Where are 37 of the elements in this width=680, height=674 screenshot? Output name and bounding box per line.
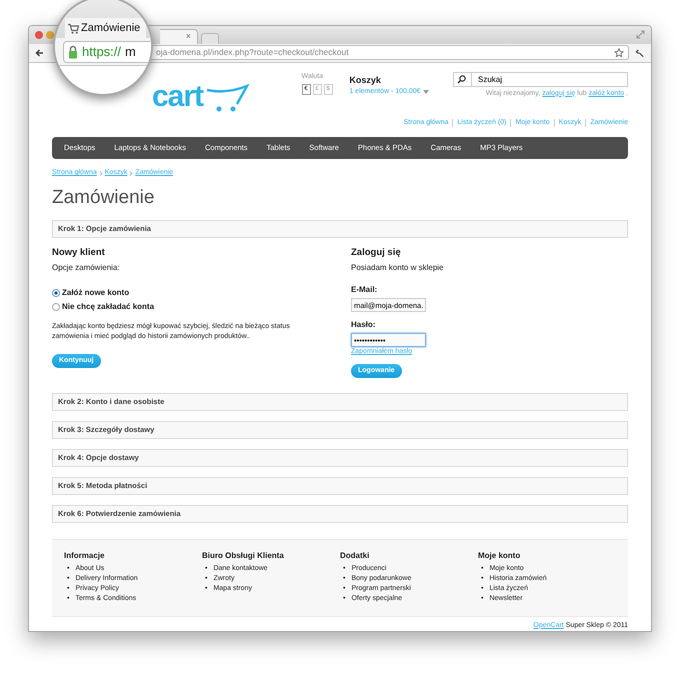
chevron-icon	[98, 170, 103, 176]
caret-icon[interactable]	[422, 90, 429, 94]
tab-title: Zamówienie	[81, 20, 140, 36]
section-subtitle: Posiadam konto w sklepie	[351, 262, 444, 274]
search-icon	[457, 74, 466, 84]
footer-heading: Informacje	[64, 550, 106, 562]
browser-tab[interactable]: ×	[160, 28, 198, 44]
close-window-icon[interactable]	[35, 30, 43, 39]
search-field[interactable]: Szukaj	[453, 72, 628, 87]
footer-heading: Moje konto	[478, 550, 522, 562]
radio-label[interactable]: Załóż nowe konto	[62, 287, 130, 300]
new-tab-button[interactable]	[201, 32, 219, 44]
minimize-window-icon[interactable]	[46, 30, 54, 39]
fullscreen-icon[interactable]	[636, 30, 645, 40]
chevron-icon	[129, 170, 134, 176]
cart-icon	[67, 22, 79, 34]
footer-heading: Dodatki	[340, 550, 370, 562]
cart-title: Koszyk	[349, 74, 382, 87]
field-label: Hasło:	[351, 319, 376, 332]
section-title: Nowy klient	[52, 246, 106, 260]
url-scheme: https://	[82, 42, 122, 61]
star-icon[interactable]	[614, 48, 624, 58]
footer-heading: Biuro Obsługi Klienta	[202, 550, 285, 562]
radio-button[interactable]	[52, 303, 60, 312]
radio-label[interactable]: Nie chcę zakładać konta	[62, 301, 154, 314]
section-title: Zaloguj się	[351, 246, 402, 260]
address-bar[interactable]: oja-domena.pl/index.php?route=checkout/checkout	[151, 45, 629, 60]
back-arrow-icon[interactable]	[35, 48, 44, 57]
url-text: m	[125, 42, 136, 61]
url-text: oja-domena.pl/index.php?route=checkout/checkout	[155, 46, 349, 60]
section-subtitle: Opcje zamówienia:	[52, 262, 121, 274]
lock-icon	[68, 44, 78, 58]
field-label: E-Mail:	[351, 284, 378, 296]
radio-button[interactable]	[52, 289, 60, 298]
wrench-icon[interactable]	[635, 48, 645, 58]
cart-logo-icon	[205, 84, 250, 112]
page-heading: Zamówienie	[52, 186, 156, 210]
